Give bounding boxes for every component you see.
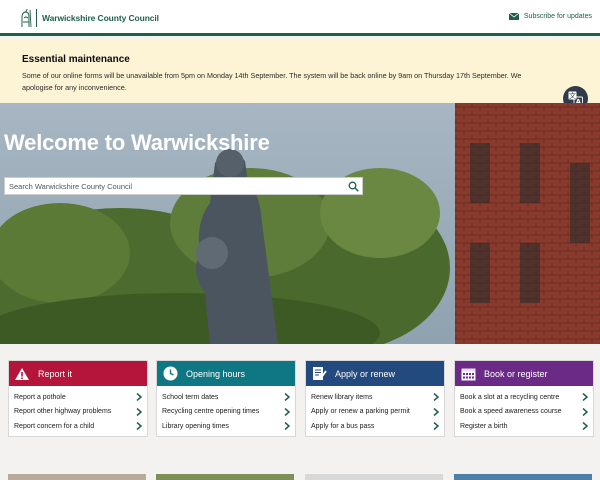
card-header[interactable]: Book or register xyxy=(455,361,593,386)
search-input[interactable] xyxy=(5,178,341,194)
card-link-label: Apply or renew a parking permit xyxy=(311,408,410,416)
hero-title: Welcome to Warwickshire xyxy=(4,130,270,155)
application-form-icon xyxy=(311,366,327,382)
card-link[interactable]: Library opening times xyxy=(162,419,290,434)
card-link[interactable]: Book a speed awareness course xyxy=(460,405,588,420)
chevron-right-icon xyxy=(433,407,439,416)
card-link-label: Recycling centre opening times xyxy=(162,408,260,416)
card-link-label: School term dates xyxy=(162,393,219,401)
maintenance-banner: Essential maintenance Some of our online… xyxy=(0,39,600,111)
subscribe-link[interactable]: Subscribe for updates xyxy=(508,13,592,20)
card-report-it: Report it Report a pothole Report other … xyxy=(8,360,148,437)
chevron-right-icon xyxy=(433,393,439,402)
card-link-label: Apply for a bus pass xyxy=(311,422,375,430)
card-apply-or-renew: Apply or renew Renew library items Apply… xyxy=(305,360,445,437)
card-links: School term dates Recycling centre openi… xyxy=(157,386,295,434)
report-warning-icon xyxy=(14,366,30,382)
chevron-right-icon xyxy=(136,407,142,416)
site-logo[interactable]: Warwickshire County Council xyxy=(19,8,159,28)
chevron-right-icon xyxy=(582,393,588,402)
card-title: Report it xyxy=(38,368,73,379)
clock-icon xyxy=(162,366,178,382)
feature-image[interactable] xyxy=(305,474,443,480)
quick-links: Report it Report a pothole Report other … xyxy=(8,360,594,437)
card-links: Renew library items Apply or renew a par… xyxy=(306,386,444,434)
chevron-right-icon xyxy=(136,393,142,402)
feature-image[interactable] xyxy=(8,474,146,480)
card-link[interactable]: Report concern for a child xyxy=(14,419,142,434)
card-link-label: Register a birth xyxy=(460,422,508,430)
chevron-right-icon xyxy=(284,422,290,431)
card-link-label: Book a slot at a recycling centre xyxy=(460,393,560,401)
envelope-icon xyxy=(508,13,519,20)
chevron-right-icon xyxy=(284,407,290,416)
calendar-icon xyxy=(460,366,476,382)
card-link-label: Book a speed awareness course xyxy=(460,408,562,416)
card-link-label: Report other highway problems xyxy=(14,408,112,416)
logo-text: Warwickshire County Council xyxy=(42,13,159,23)
card-link[interactable]: Apply for a bus pass xyxy=(311,419,439,434)
card-title: Apply or renew xyxy=(335,368,396,379)
card-link[interactable]: Renew library items xyxy=(311,390,439,405)
card-link-label: Report concern for a child xyxy=(14,422,95,430)
chevron-right-icon xyxy=(136,422,142,431)
card-link[interactable]: Recycling centre opening times xyxy=(162,405,290,420)
card-link[interactable]: Register a birth xyxy=(460,419,588,434)
feature-image[interactable] xyxy=(454,474,592,480)
card-link[interactable]: Apply or renew a parking permit xyxy=(311,405,439,420)
card-link[interactable]: Book a slot at a recycling centre xyxy=(460,390,588,405)
card-header[interactable]: Opening hours xyxy=(157,361,295,386)
banner-text: Some of our online forms will be unavail… xyxy=(22,71,522,92)
card-opening-hours: Opening hours School term dates Recyclin… xyxy=(156,360,296,437)
card-link-label: Report a pothole xyxy=(14,393,66,401)
card-link[interactable]: Report a pothole xyxy=(14,390,142,405)
feature-image[interactable] xyxy=(156,474,294,480)
card-title: Book or register xyxy=(484,368,548,379)
search-box xyxy=(4,177,363,195)
chevron-right-icon xyxy=(582,422,588,431)
card-links: Report a pothole Report other highway pr… xyxy=(9,386,147,434)
card-link-label: Library opening times xyxy=(162,422,229,430)
card-link-label: Renew library items xyxy=(311,393,373,401)
subscribe-label: Subscribe for updates xyxy=(523,13,592,20)
card-book-or-register: Book or register Book a slot at a recycl… xyxy=(454,360,594,437)
card-link[interactable]: Report other highway problems xyxy=(14,405,142,420)
hero-section: Welcome to Warwickshire xyxy=(0,103,600,344)
site-header: Warwickshire County Council Subscribe fo… xyxy=(0,0,600,36)
logo-divider xyxy=(36,9,37,27)
banner-title: Essential maintenance xyxy=(22,54,130,65)
card-header[interactable]: Report it xyxy=(9,361,147,386)
card-title: Opening hours xyxy=(186,368,246,379)
search-icon[interactable] xyxy=(348,181,359,192)
card-links: Book a slot at a recycling centre Book a… xyxy=(455,386,593,434)
chevron-right-icon xyxy=(433,422,439,431)
chevron-right-icon xyxy=(284,393,290,402)
bear-and-ragged-staff-icon xyxy=(21,8,32,28)
card-link[interactable]: School term dates xyxy=(162,390,290,405)
card-header[interactable]: Apply or renew xyxy=(306,361,444,386)
chevron-right-icon xyxy=(582,407,588,416)
